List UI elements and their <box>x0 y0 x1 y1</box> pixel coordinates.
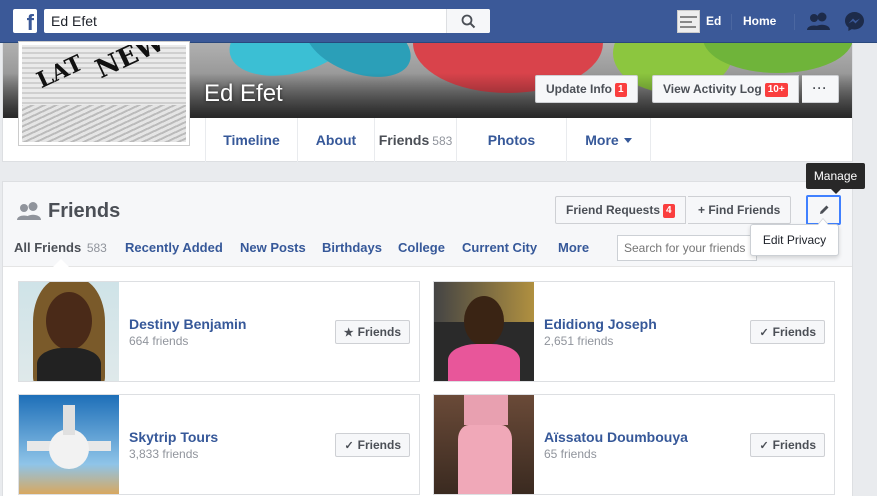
friends-button-label: Friends <box>772 325 816 339</box>
friend-photo[interactable] <box>19 282 119 381</box>
manage-tooltip: Manage <box>806 163 865 194</box>
top-bar: f Ed Home <box>0 0 877 43</box>
friend-card: Aïssatou Doumbouya 65 friends ✓ Friends <box>433 394 835 495</box>
subtab-count: 583 <box>86 241 107 255</box>
friends-icon <box>17 202 41 220</box>
manage-dropdown: Edit Privacy <box>750 218 839 256</box>
divider <box>731 14 732 30</box>
subtab-recently-added[interactable]: Recently Added <box>125 240 223 255</box>
search-icon <box>461 14 476 29</box>
checkmark-icon: ✓ <box>344 440 354 452</box>
subtab-birthdays[interactable]: Birthdays <box>322 240 382 255</box>
pencil-icon <box>820 205 829 214</box>
tab-photos[interactable]: Photos <box>456 118 566 162</box>
star-icon: ★ <box>343 327 354 339</box>
friend-photo[interactable] <box>19 395 119 494</box>
profile-picture[interactable]: LAT NEW <box>18 41 190 146</box>
friend-card: Skytrip Tours 3,833 friends ✓ Friends <box>18 394 420 495</box>
friend-count[interactable]: 65 friends <box>544 447 597 461</box>
friend-photo[interactable] <box>434 395 534 494</box>
checkmark-icon: ✓ <box>759 440 769 452</box>
friend-count[interactable]: 2,651 friends <box>544 334 613 348</box>
subtab-current-city[interactable]: Current City <box>462 240 537 255</box>
divider <box>794 14 795 30</box>
friend-card: Edidiong Joseph 2,651 friends ✓ Friends <box>433 281 835 382</box>
tab-timeline[interactable]: Timeline <box>205 118 297 162</box>
update-info-button[interactable]: Update Info 1 <box>535 75 638 103</box>
tab-label: About <box>315 132 357 148</box>
tab-label: More <box>585 132 619 148</box>
profile-link[interactable]: Ed <box>706 14 721 28</box>
edit-privacy-menu-item[interactable]: Edit Privacy <box>763 233 826 247</box>
tab-more[interactable]: More <box>566 118 651 162</box>
friends-button[interactable]: ★ Friends <box>334 320 410 344</box>
friends-header: Friends Friend Requests 4 + Find Friends … <box>3 182 852 267</box>
friends-panel: Friends Friend Requests 4 + Find Friends … <box>2 181 853 496</box>
friends-button-label: Friends <box>357 438 401 452</box>
friend-card: Destiny Benjamin 664 friends ★ Friends <box>18 281 420 382</box>
profile-name[interactable]: Ed Efet <box>204 80 283 108</box>
tab-about[interactable]: About <box>297 118 374 162</box>
search-box <box>44 9 490 33</box>
subtab-more[interactable]: More <box>558 240 589 255</box>
subtab-label: All Friends <box>14 240 82 255</box>
friend-name[interactable]: Skytrip Tours <box>129 429 218 445</box>
checkmark-icon: ✓ <box>759 327 769 339</box>
friend-search-input[interactable] <box>617 235 757 261</box>
messenger-icon[interactable] <box>844 11 865 32</box>
friends-title: Friends <box>48 200 121 222</box>
activity-log-badge: 10+ <box>764 83 788 97</box>
tab-friends[interactable]: Friends 583 <box>374 118 456 162</box>
profile-header: LAT NEW Ed Efet Update Info 1 View Activi… <box>2 41 853 162</box>
subtab-college[interactable]: College <box>398 240 445 255</box>
tab-count: 583 <box>432 134 453 148</box>
friends-button-label: Friends <box>357 325 401 339</box>
tab-label: Timeline <box>223 132 280 148</box>
chevron-down-icon <box>623 138 632 143</box>
friend-name[interactable]: Aïssatou Doumbouya <box>544 429 688 445</box>
active-subtab-indicator <box>53 259 69 267</box>
friends-button[interactable]: ✓ Friends <box>750 433 825 457</box>
friend-requests-label: Friend Requests <box>566 203 661 217</box>
search-input[interactable] <box>44 9 444 33</box>
friends-button[interactable]: ✓ Friends <box>750 320 825 344</box>
friend-count[interactable]: 664 friends <box>129 334 188 348</box>
more-options-button[interactable]: ··· <box>802 75 839 103</box>
find-friends-button[interactable]: + Find Friends <box>688 196 792 224</box>
friends-button-label: Friends <box>772 438 816 452</box>
friend-name[interactable]: Destiny Benjamin <box>129 316 246 332</box>
facebook-logo[interactable]: f <box>13 9 37 33</box>
tab-label: Photos <box>487 132 536 148</box>
subtab-new-posts[interactable]: New Posts <box>240 240 306 255</box>
tab-label: Friends <box>378 132 430 148</box>
subtab-all-friends[interactable]: All Friends 583 <box>14 240 107 255</box>
friend-requests-button[interactable]: Friend Requests 4 <box>555 196 686 224</box>
search-button[interactable] <box>446 9 490 33</box>
update-info-badge: 1 <box>615 83 627 97</box>
activity-log-label: View Activity Log <box>663 82 762 96</box>
activity-log-button[interactable]: View Activity Log 10+ <box>652 75 799 103</box>
avatar[interactable] <box>677 10 700 33</box>
friend-count[interactable]: 3,833 friends <box>129 447 198 461</box>
update-info-label: Update Info <box>546 82 612 96</box>
friend-name[interactable]: Edidiong Joseph <box>544 316 657 332</box>
home-link[interactable]: Home <box>743 14 776 28</box>
friend-requests-icon[interactable] <box>806 11 832 31</box>
friend-photo[interactable] <box>434 282 534 381</box>
friend-requests-badge: 4 <box>663 204 675 218</box>
friends-button[interactable]: ✓ Friends <box>335 433 410 457</box>
